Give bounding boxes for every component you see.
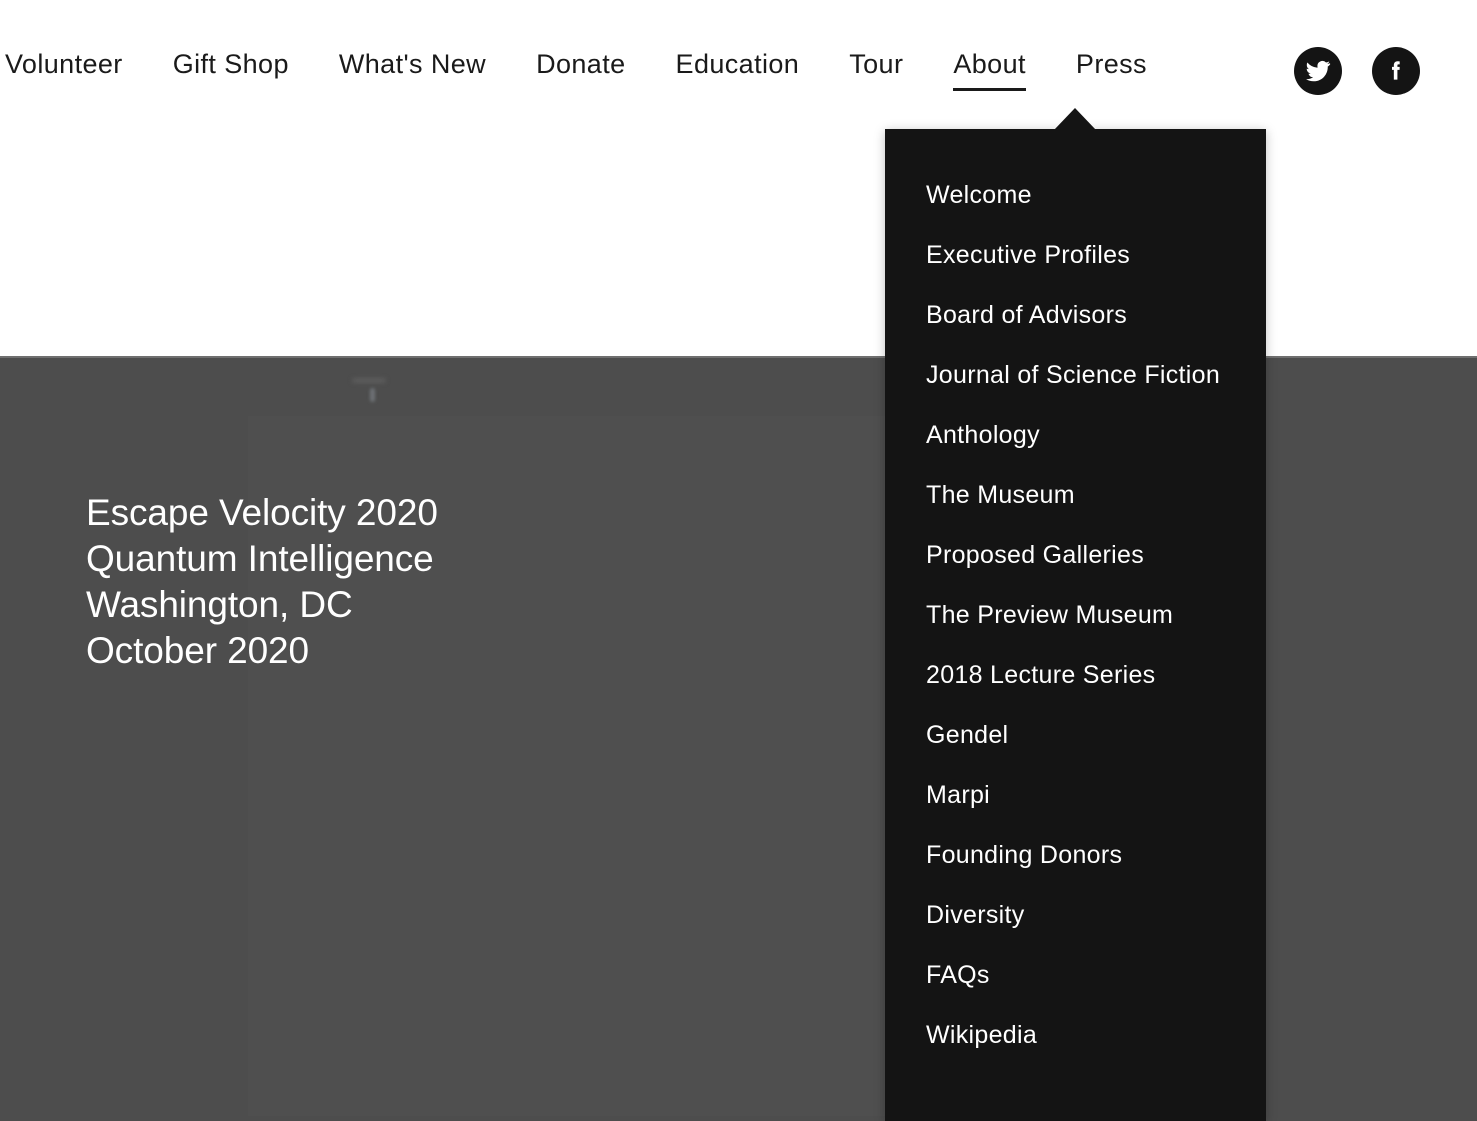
nav-item-education[interactable]: Education [676,47,800,81]
dropdown-link-the-preview-museum[interactable]: The Preview Museum [885,595,1266,635]
facebook-icon [1383,58,1409,84]
twitter-button[interactable] [1294,47,1342,95]
dropdown-item-executive-profiles[interactable]: Executive Profiles [885,235,1266,275]
nav-link-press[interactable]: Press [1076,47,1147,81]
nav-item-tour[interactable]: Tour [849,47,903,81]
nav-item-press[interactable]: Press [1076,47,1147,81]
facebook-button[interactable] [1372,47,1420,95]
nav-item-gift-shop[interactable]: Gift Shop [173,47,289,81]
dropdown-link-executive-profiles[interactable]: Executive Profiles [885,235,1266,275]
dropdown-link-welcome[interactable]: Welcome [885,175,1266,215]
primary-navigation: Volunteer Gift Shop What's New Donate Ed… [0,0,1477,120]
hero-headline: Escape Velocity 2020 Quantum Intelligenc… [86,492,438,671]
dropdown-item-the-preview-museum[interactable]: The Preview Museum [885,595,1266,635]
dropdown-pointer-arrow [1054,108,1096,130]
dropdown-item-board-of-advisors[interactable]: Board of Advisors [885,295,1266,335]
dropdown-link-gendel[interactable]: Gendel [885,715,1266,755]
dropdown-item-faqs[interactable]: FAQs [885,955,1266,995]
nav-link-education[interactable]: Education [676,47,800,81]
dropdown-item-wikipedia[interactable]: Wikipedia [885,1015,1266,1055]
dropdown-item-gendel[interactable]: Gendel [885,715,1266,755]
dropdown-item-diversity[interactable]: Diversity [885,895,1266,935]
dropdown-link-journal-of-science-fiction[interactable]: Journal of Science Fiction [885,355,1266,395]
nav-link-whats-new[interactable]: What's New [339,47,486,81]
nav-item-list: Volunteer Gift Shop What's New Donate Ed… [5,47,1147,91]
nav-item-volunteer[interactable]: Volunteer [5,47,123,81]
dropdown-item-the-museum[interactable]: The Museum [885,475,1266,515]
nav-link-donate[interactable]: Donate [536,47,625,81]
nav-link-about[interactable]: About [953,47,1026,91]
social-links [1294,47,1420,95]
dropdown-item-journal-of-science-fiction[interactable]: Journal of Science Fiction [885,355,1266,395]
nav-link-gift-shop[interactable]: Gift Shop [173,47,289,81]
dropdown-link-anthology[interactable]: Anthology [885,415,1266,455]
dropdown-item-2018-lecture-series[interactable]: 2018 Lecture Series [885,655,1266,695]
dropdown-link-diversity[interactable]: Diversity [885,895,1266,935]
nav-link-volunteer[interactable]: Volunteer [5,47,123,81]
dropdown-item-proposed-galleries[interactable]: Proposed Galleries [885,535,1266,575]
dropdown-link-faqs[interactable]: FAQs [885,955,1266,995]
dropdown-link-board-of-advisors[interactable]: Board of Advisors [885,295,1266,335]
dropdown-link-founding-donors[interactable]: Founding Donors [885,835,1266,875]
nav-item-about[interactable]: About [953,47,1026,91]
dropdown-link-2018-lecture-series[interactable]: 2018 Lecture Series [885,655,1266,695]
dropdown-item-anthology[interactable]: Anthology [885,415,1266,455]
hero-image-artifact-b [370,388,375,402]
dropdown-link-marpi[interactable]: Marpi [885,775,1266,815]
dropdown-item-welcome[interactable]: Welcome [885,175,1266,215]
hero-image-artifact-a [352,378,386,383]
nav-item-donate[interactable]: Donate [536,47,625,81]
dropdown-item-marpi[interactable]: Marpi [885,775,1266,815]
dropdown-item-founding-donors[interactable]: Founding Donors [885,835,1266,875]
page-root: Escape Velocity 2020 Quantum Intelligenc… [0,0,1477,1121]
about-dropdown-menu: Welcome Executive Profiles Board of Advi… [885,129,1266,1121]
dropdown-item-list: Welcome Executive Profiles Board of Advi… [885,129,1266,1055]
dropdown-link-proposed-galleries[interactable]: Proposed Galleries [885,535,1266,575]
twitter-icon [1305,58,1331,84]
dropdown-link-the-museum[interactable]: The Museum [885,475,1266,515]
dropdown-link-wikipedia[interactable]: Wikipedia [885,1015,1266,1055]
nav-link-tour[interactable]: Tour [849,47,903,81]
nav-item-whats-new[interactable]: What's New [339,47,486,81]
